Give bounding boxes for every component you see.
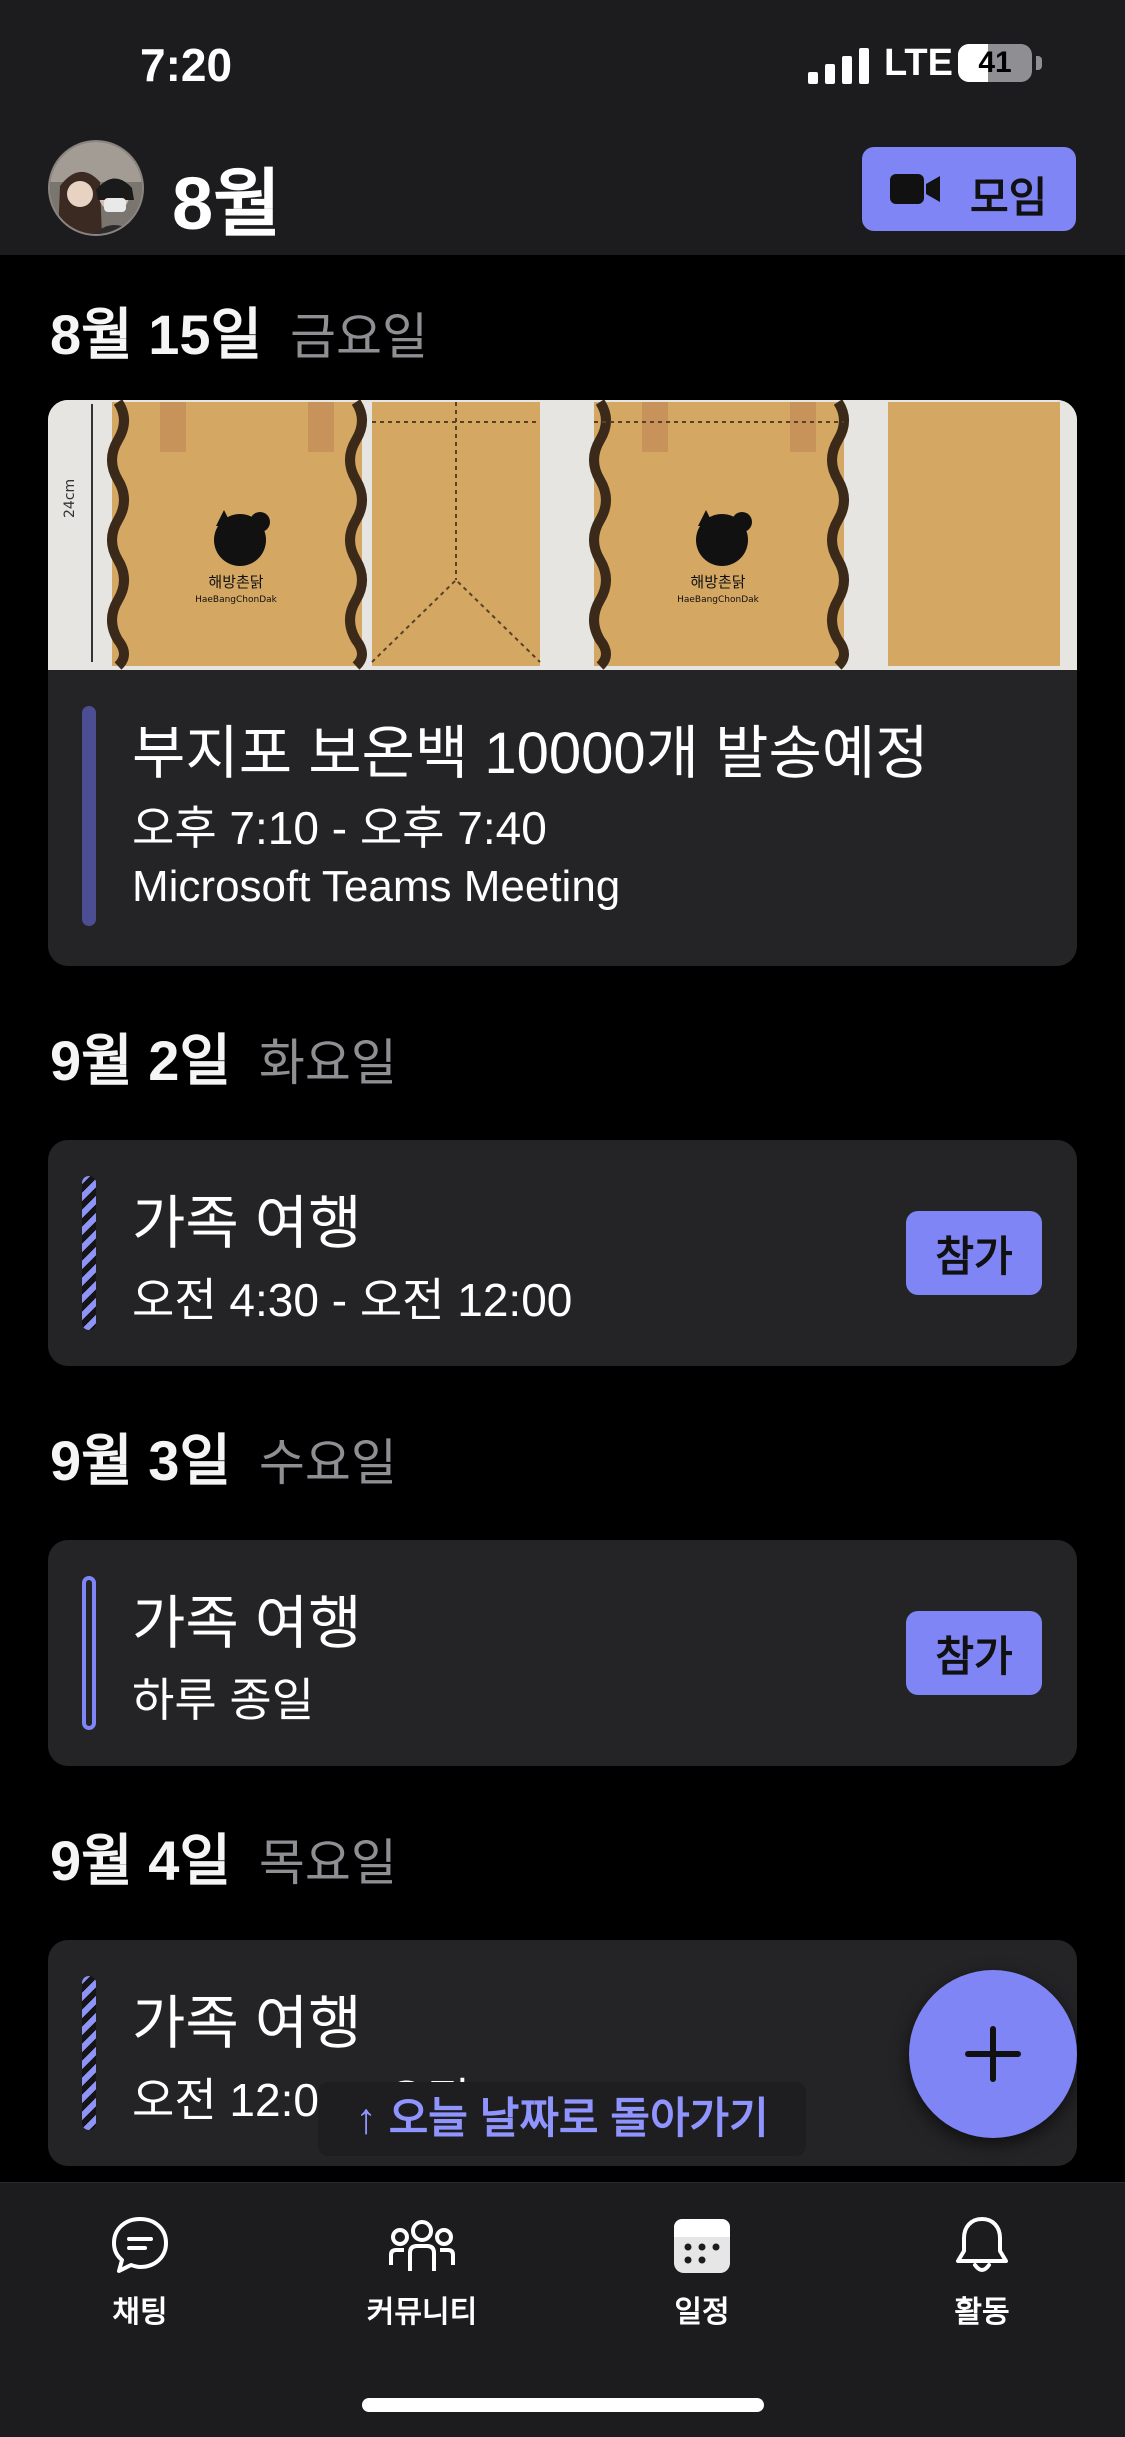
tab-activity[interactable]: 활동 xyxy=(882,2213,1082,2331)
tab-label: 일정 xyxy=(674,2296,730,2329)
signal-icon xyxy=(808,48,869,84)
bag-brand-label-en: HaeBangChonDak xyxy=(677,595,760,605)
event-color-bar xyxy=(82,1176,96,1330)
app-header: 8월 모임 xyxy=(0,130,1125,255)
event-card[interactable]: 해방촌닭 HaeBangChonDak 해방촌닭 HaeBangChonDak … xyxy=(48,400,1077,966)
event-card[interactable]: 가족 여행 하루 종일 참가 xyxy=(48,1540,1077,1766)
event-time: 오후 7:10 - 오후 7:40 xyxy=(132,802,547,854)
status-time: 7:20 xyxy=(140,39,233,91)
tab-label: 채팅 xyxy=(112,2296,168,2329)
dimension-label: 24cm xyxy=(62,479,78,518)
battery-nub xyxy=(1036,56,1042,70)
day-date: 9월 2일 xyxy=(50,1029,231,1092)
event-card[interactable]: 가족 여행 오전 4:30 - 오전 12:00 참가 xyxy=(48,1140,1077,1366)
event-title: 가족 여행 xyxy=(132,1991,362,2056)
event-color-bar xyxy=(82,1576,96,1730)
day-date: 9월 3일 xyxy=(50,1429,231,1492)
event-title: 부지포 보온백 10000개 발송예정 xyxy=(132,721,929,786)
day-date: 9월 4일 xyxy=(50,1829,231,1892)
chat-icon xyxy=(112,2217,168,2273)
day-weekday: 금요일 xyxy=(290,309,429,365)
status-bar: 7:20 LTE 41 xyxy=(0,0,1125,130)
back-to-today-button[interactable]: ↑ 오늘 날짜로 돌아가기 xyxy=(318,2082,806,2156)
battery-icon: 41 xyxy=(958,44,1032,82)
event-color-bar xyxy=(82,1976,96,2130)
meet-button[interactable]: 모임 xyxy=(862,147,1076,231)
tab-label: 커뮤니티 xyxy=(366,2296,478,2329)
bag-brand-label-en: HaeBangChonDak xyxy=(195,595,278,605)
day-weekday: 목요일 xyxy=(258,1835,397,1891)
day-header: 9월 4일 목요일 xyxy=(50,1816,397,1897)
video-camera-icon xyxy=(890,174,940,204)
tab-label: 활동 xyxy=(954,2296,1010,2329)
page-title: 8월 xyxy=(172,162,282,245)
day-header: 9월 2일 화요일 xyxy=(50,1016,397,1097)
community-icon xyxy=(389,2220,455,2271)
event-image: 해방촌닭 HaeBangChonDak 해방촌닭 HaeBangChonDak … xyxy=(48,400,1077,670)
day-weekday: 화요일 xyxy=(258,1035,397,1091)
day-date: 8월 15일 xyxy=(50,303,263,366)
tab-chat[interactable]: 채팅 xyxy=(40,2213,240,2331)
event-title: 가족 여행 xyxy=(132,1191,362,1256)
avatar[interactable] xyxy=(48,140,144,236)
join-button[interactable]: 참가 xyxy=(906,1211,1042,1295)
day-header: 9월 3일 수요일 xyxy=(50,1416,397,1497)
bag-brand-label: 해방촌닭 xyxy=(208,573,263,591)
meet-button-label: 모임 xyxy=(970,174,1048,221)
day-weekday: 수요일 xyxy=(258,1435,397,1491)
network-type: LTE xyxy=(884,42,953,84)
avatar-photo xyxy=(50,142,142,234)
day-header: 8월 15일 금요일 xyxy=(50,290,428,371)
home-indicator xyxy=(362,2398,764,2412)
tab-calendar[interactable]: 일정 xyxy=(602,2213,802,2331)
event-time: 오전 4:30 - 오전 12:00 xyxy=(132,1274,573,1326)
battery-percent: 41 xyxy=(978,46,1012,79)
bag-brand-label: 해방촌닭 xyxy=(690,573,745,591)
tab-community[interactable]: 커뮤니티 xyxy=(322,2213,522,2331)
add-event-button[interactable] xyxy=(909,1970,1077,2138)
event-location: Microsoft Teams Meeting xyxy=(132,862,621,911)
event-color-bar xyxy=(82,706,96,926)
bell-icon xyxy=(956,2217,1008,2272)
event-time: 하루 종일 xyxy=(132,1674,315,1726)
calendar-icon xyxy=(674,2219,730,2273)
event-title: 가족 여행 xyxy=(132,1591,362,1656)
join-button[interactable]: 참가 xyxy=(906,1611,1042,1695)
plus-icon xyxy=(965,2026,1021,2082)
